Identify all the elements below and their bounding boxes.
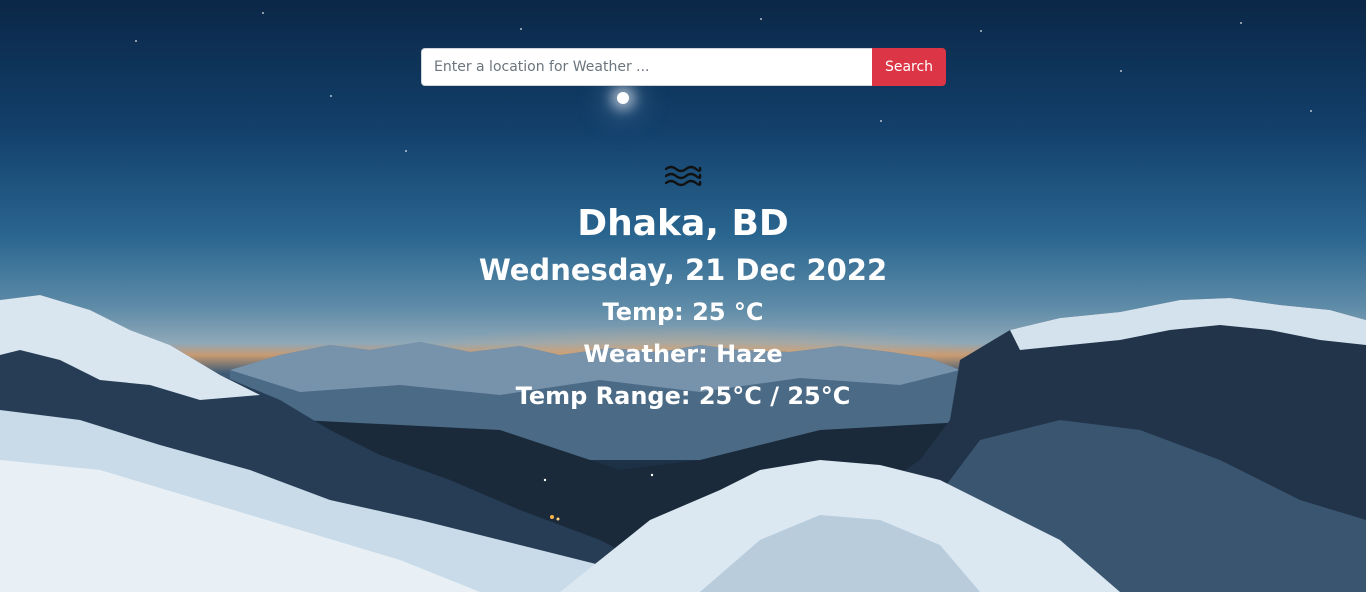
weather-condition: Weather: Haze [583,340,783,368]
temperature-range: Temp Range: 25°C / 25°C [515,382,851,410]
search-button[interactable]: Search [872,48,946,86]
current-date: Wednesday, 21 Dec 2022 [478,253,888,287]
location-search-input[interactable] [421,48,872,86]
haze-icon [664,160,702,190]
temperature: Temp: 25 °C [602,298,764,326]
city-name: Dhaka, BD [577,203,789,244]
weather-panel: Dhaka, BD Wednesday, 21 Dec 2022 Temp: 2… [0,160,1366,414]
search-bar: Search [421,48,946,86]
